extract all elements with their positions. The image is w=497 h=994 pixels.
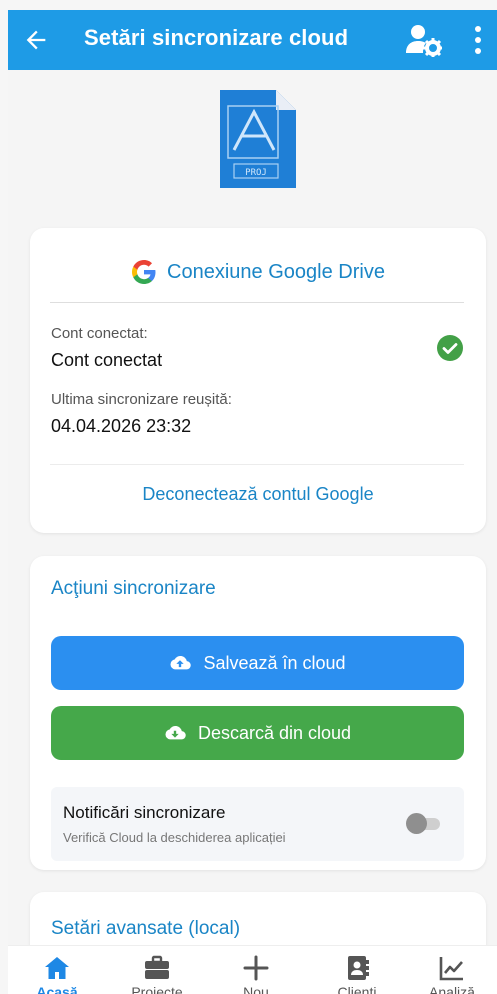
nav-item-projects[interactable]: Proiecte bbox=[117, 946, 197, 994]
plus-icon bbox=[243, 955, 269, 981]
cloud-upload-icon bbox=[170, 655, 192, 670]
sync-actions-title: Acţiuni sincronizare bbox=[51, 578, 216, 599]
google-drive-title: Conexiune Google Drive bbox=[167, 260, 385, 283]
save-to-cloud-button[interactable]: Salvează în cloud bbox=[51, 636, 464, 690]
back-arrow-icon[interactable] bbox=[22, 26, 50, 54]
nav-label: Clienti bbox=[337, 984, 377, 994]
divider bbox=[50, 464, 464, 465]
briefcase-icon bbox=[145, 955, 169, 979]
sync-notifications-title: Notificări sincronizare bbox=[63, 803, 226, 822]
chart-icon bbox=[439, 957, 463, 981]
toggle-knob bbox=[406, 813, 427, 834]
bottom-navigation: Acasă Proiecte Nou Clienti Analiză bbox=[8, 945, 497, 994]
google-logo-icon bbox=[132, 260, 156, 284]
last-sync-value: 04.04.2026 23:32 bbox=[51, 416, 192, 436]
more-vert-icon[interactable] bbox=[470, 24, 486, 56]
app-logo-icon: PROJ bbox=[220, 90, 296, 188]
account-settings-icon[interactable] bbox=[406, 23, 442, 57]
last-sync-label: Ultima sincronizare reușită: bbox=[51, 391, 232, 408]
sync-notifications-row: Notificări sincronizare Verifică Cloud l… bbox=[51, 787, 464, 861]
google-drive-header: Conexiune Google Drive bbox=[30, 256, 486, 288]
nav-item-home[interactable]: Acasă bbox=[17, 946, 97, 994]
account-label: Cont conectat: bbox=[51, 325, 148, 342]
sync-actions-card: Acţiuni sincronizare Salvează în cloud D… bbox=[30, 556, 486, 870]
download-from-cloud-label: Descarcă din cloud bbox=[197, 722, 352, 743]
nav-label: Analiză bbox=[429, 984, 475, 994]
save-to-cloud-label: Salvează în cloud bbox=[203, 652, 346, 673]
svg-text:PROJ: PROJ bbox=[245, 168, 267, 178]
nav-item-clients[interactable]: Clienti bbox=[317, 946, 397, 994]
nav-label: Nou bbox=[243, 984, 269, 994]
download-from-cloud-button[interactable]: Descarcă din cloud bbox=[51, 706, 464, 760]
disconnect-google-button[interactable]: Deconectează contul Google bbox=[30, 484, 486, 505]
check-circle-icon bbox=[437, 335, 463, 361]
page-title: Setări sincronizare cloud bbox=[84, 25, 349, 50]
contacts-icon bbox=[348, 956, 369, 980]
screen: Setări sincronizare cloud PROJ Conexiune… bbox=[8, 10, 497, 994]
nav-label: Acasă bbox=[36, 984, 78, 994]
nav-item-analysis[interactable]: Analiză bbox=[412, 946, 492, 994]
nav-item-new[interactable]: Nou bbox=[216, 946, 296, 994]
sync-notifications-subtitle: Verifică Cloud la deschiderea aplicației bbox=[63, 830, 286, 845]
google-drive-card: Conexiune Google Drive Cont conectat: Co… bbox=[30, 228, 486, 533]
top-app-bar: Setări sincronizare cloud bbox=[8, 10, 497, 70]
advanced-settings-title: Setări avansate (local) bbox=[51, 918, 241, 939]
divider bbox=[50, 302, 464, 303]
home-icon bbox=[45, 957, 69, 979]
nav-label: Proiecte bbox=[131, 984, 183, 994]
account-value: Cont conectat bbox=[51, 350, 163, 370]
sync-notifications-toggle[interactable] bbox=[406, 813, 442, 834]
cloud-download-icon bbox=[165, 725, 186, 740]
